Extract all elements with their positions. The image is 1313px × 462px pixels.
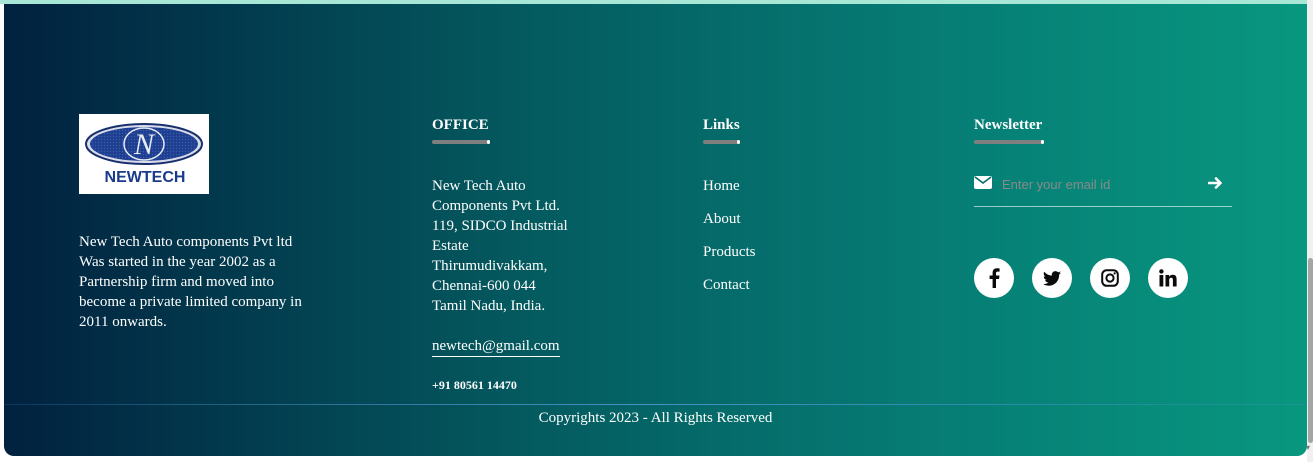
heading-underline [703,140,740,144]
footer-divider [4,404,1307,405]
linkedin-icon [1159,269,1177,287]
envelope-icon [974,176,992,189]
links-heading: Links [703,117,740,133]
address-line: Chennai-600 044 [432,278,536,294]
office-email-link[interactable]: newtech@gmail.com [432,336,560,357]
address-line: Components Pvt Ltd. [432,198,560,214]
instagram-icon [1101,269,1119,287]
address-line: New Tech Auto [432,178,526,194]
footer-link-products[interactable]: Products [703,244,756,260]
newsletter-heading: Newsletter [974,117,1043,133]
company-description: New Tech Auto components Pvt ltd Was sta… [79,232,339,332]
footer-nav: Home About Products Contact [703,176,903,295]
about-line: Partnership firm and moved into [79,274,274,290]
address-line: Tamil Nadu, India. [432,298,546,314]
office-column: OFFICE New Tech Auto Components Pvt Ltd.… [432,116,632,393]
office-phone: +91 80561 14470 [432,378,517,392]
about-line: become a private limited company in [79,294,302,310]
about-line: Was started in the year 2002 as a [79,254,276,270]
newsletter-email-input[interactable] [1002,174,1192,194]
twitter-link[interactable] [1032,258,1072,298]
heading-underline [432,140,490,144]
address-line: 119, SIDCO Industrial [432,218,568,234]
address-line: Thirumudivakkam, [432,258,548,274]
instagram-link[interactable] [1090,258,1130,298]
footer-nav-item: Products [703,242,903,262]
arrow-right-icon [1207,176,1222,189]
scroll-down-arrow-icon[interactable]: ▾ [1306,443,1313,453]
footer-nav-item: Contact [703,275,903,295]
copyright-text: Copyrights 2023 - All Rights Reserved [538,410,773,426]
facebook-icon [989,268,1000,288]
about-line: New Tech Auto components Pvt ltd [79,234,293,250]
svg-text:N: N [133,128,156,161]
facebook-link[interactable] [974,258,1014,298]
footer-link-contact[interactable]: Contact [703,277,750,293]
scrollbar-thumb[interactable] [1308,258,1313,443]
office-heading: OFFICE [432,117,489,133]
footer-nav-item: Home [703,176,903,196]
footer-nav-item: About [703,209,903,229]
logo-text: NEWTECH [105,169,186,186]
logo-emblem: N NEWTECH [85,123,203,186]
linkedin-link[interactable] [1148,258,1188,298]
links-column: Links Home About Products Contact [703,116,903,308]
about-line: 2011 onwards. [79,314,167,330]
company-logo[interactable]: N NEWTECH [79,114,209,194]
footer-link-home[interactable]: Home [703,178,740,194]
newsletter-column: Newsletter [974,116,1234,207]
heading-underline [974,140,1044,144]
newsletter-form [974,174,1232,207]
footer-link-about[interactable]: About [703,211,741,227]
twitter-icon [1043,270,1061,286]
office-address: New Tech Auto Components Pvt Ltd. 119, S… [432,176,632,316]
address-line: Estate [432,238,469,254]
newsletter-submit-button[interactable] [1206,175,1226,193]
site-footer: N NEWTECH New Tech Auto components Pvt l… [4,4,1307,456]
